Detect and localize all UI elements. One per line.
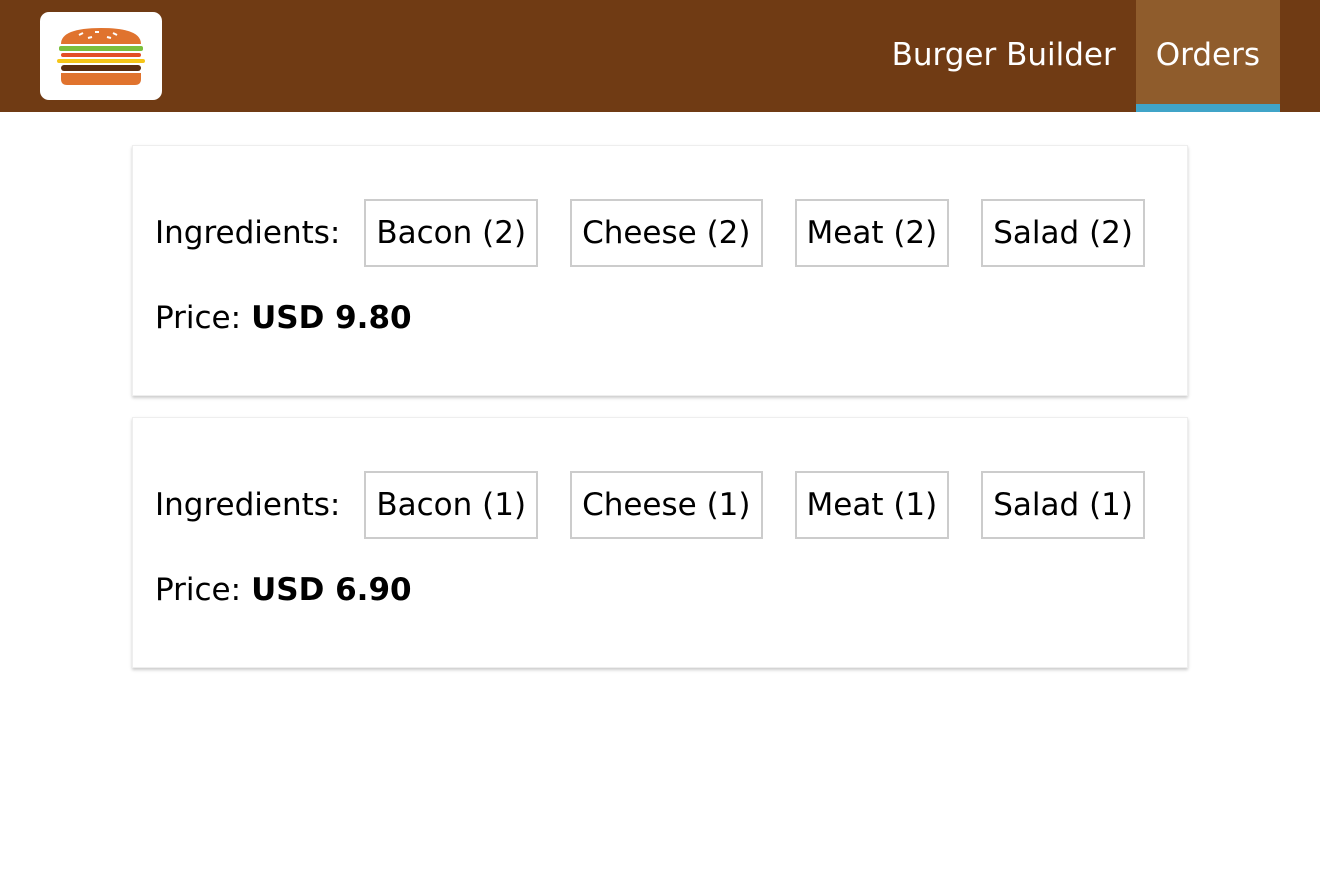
burger-logo-icon (57, 28, 145, 85)
order-card: Ingredients: Bacon (1) Cheese (1) Meat (… (132, 417, 1188, 668)
ingredient-chip: Bacon (1) (364, 471, 539, 539)
ingredient-chip: Salad (2) (981, 199, 1145, 267)
ingredients-row: Ingredients: Bacon (1) Cheese (1) Meat (… (155, 471, 1177, 539)
order-card: Ingredients: Bacon (2) Cheese (2) Meat (… (132, 145, 1188, 396)
ingredient-chip: Meat (1) (794, 471, 950, 539)
nav-item-orders[interactable]: Orders (1135, 0, 1280, 112)
ingredients-label: Ingredients: (155, 215, 341, 251)
ingredients-row: Ingredients: Bacon (2) Cheese (2) Meat (… (155, 199, 1177, 267)
logo[interactable] (40, 12, 162, 100)
main-nav: Burger Builder Orders (872, 0, 1280, 112)
orders-list: Ingredients: Bacon (2) Cheese (2) Meat (… (132, 145, 1188, 689)
price-label: Price: (155, 300, 242, 336)
price-row: Price: USD 6.90 (155, 572, 412, 608)
toolbar: Burger Builder Orders (0, 0, 1320, 112)
price-row: Price: USD 9.80 (155, 300, 412, 336)
ingredient-chip: Cheese (2) (570, 199, 763, 267)
nav-item-burger-builder[interactable]: Burger Builder (872, 0, 1136, 112)
ingredient-chip: Salad (1) (981, 471, 1145, 539)
ingredient-chip: Cheese (1) (570, 471, 763, 539)
price-value: USD 6.90 (251, 572, 412, 608)
price-value: USD 9.80 (251, 300, 412, 336)
ingredient-chip: Meat (2) (794, 199, 950, 267)
price-label: Price: (155, 572, 242, 608)
ingredient-chip: Bacon (2) (364, 199, 539, 267)
ingredients-label: Ingredients: (155, 487, 341, 523)
